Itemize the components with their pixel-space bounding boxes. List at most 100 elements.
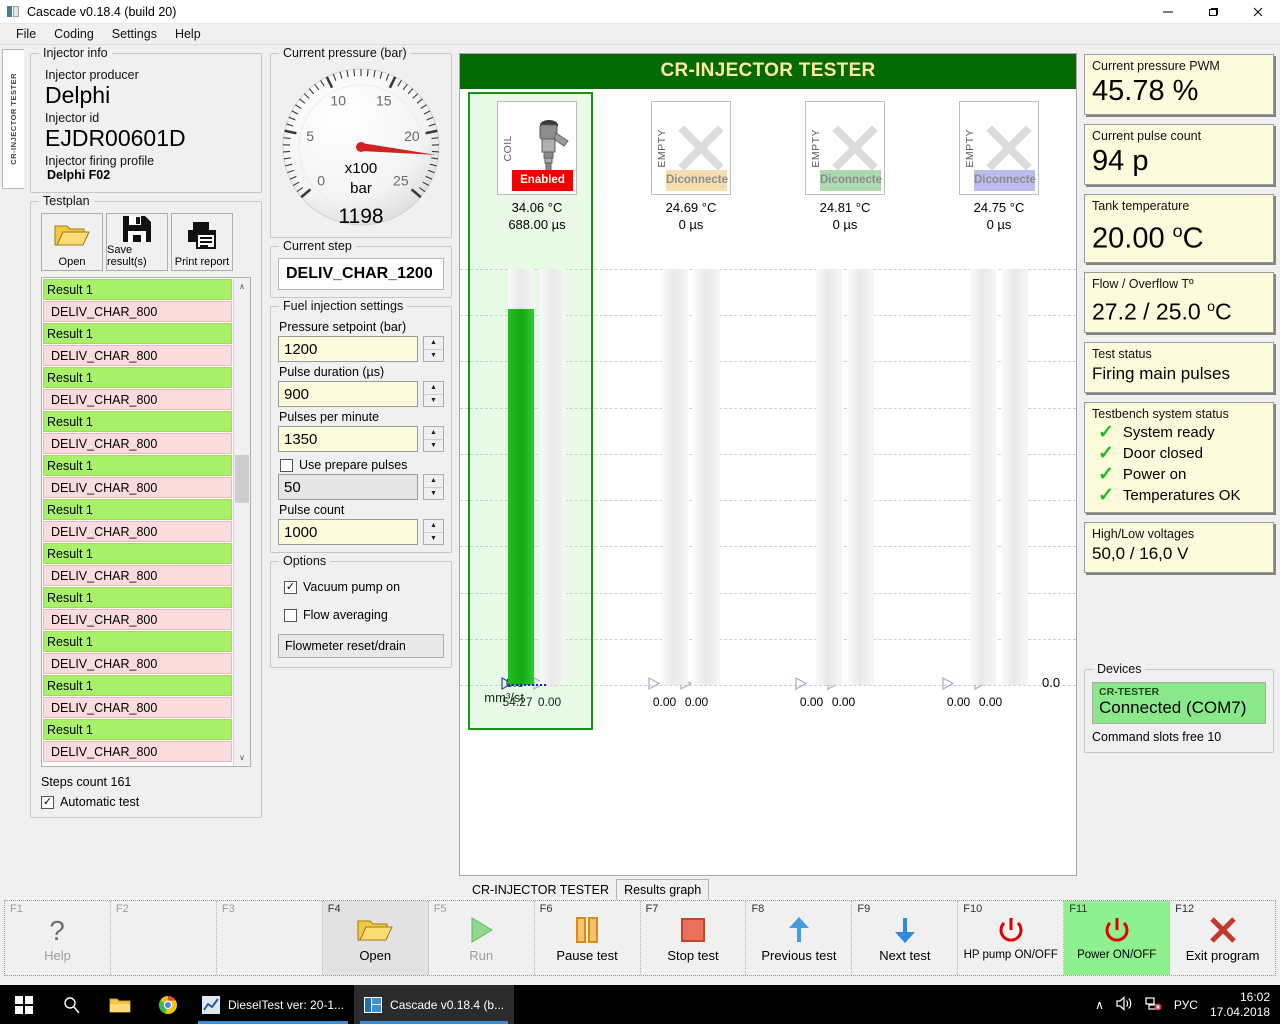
network-error-icon[interactable] [1145, 996, 1162, 1014]
vacuum-pump-box[interactable]: ✓ [284, 580, 297, 594]
testplan-result-row[interactable]: Result 1 [43, 367, 232, 388]
testplan-step-row[interactable]: DELIV_CHAR_800 [43, 433, 232, 454]
vertical-tab-cr-injector-tester[interactable]: CR-INJECTOR TESTER [2, 49, 24, 189]
injector-card[interactable]: COIL Enabled [497, 101, 577, 195]
scroll-track[interactable] [234, 295, 250, 749]
field-stepper[interactable]: ▲ ▼ [423, 336, 444, 362]
file-explorer-icon[interactable] [96, 985, 144, 1024]
scroll-down-arrow[interactable]: ∨ [234, 749, 250, 766]
stepper-down-icon[interactable]: ▼ [424, 440, 443, 452]
flow-averaging-checkbox[interactable]: Flow averaging [284, 608, 444, 622]
testplan-result-row[interactable]: Result 1 [43, 455, 232, 476]
field-input[interactable]: 1350 [278, 426, 418, 452]
testplan-step-row[interactable]: DELIV_CHAR_800 [43, 477, 232, 498]
tab-results-graph[interactable]: Results graph [616, 879, 710, 900]
fkey-f6[interactable]: F6 Pause test [534, 901, 641, 975]
start-icon[interactable] [0, 985, 48, 1024]
stepper-up-icon[interactable]: ▲ [424, 382, 443, 395]
testplan-result-row[interactable]: Result 1 [43, 499, 232, 520]
injector-column-4[interactable]: EMPTY Diconnecte 24.75 °C 0 µs [922, 101, 1076, 233]
chrome-icon[interactable] [144, 985, 192, 1024]
field-stepper[interactable]: ▲ ▼ [423, 519, 444, 545]
stepper-down-icon[interactable]: ▼ [424, 395, 443, 407]
injector-card[interactable]: EMPTY Diconnecte [959, 101, 1039, 195]
close-button[interactable] [1235, 0, 1280, 24]
testplan-result-row[interactable]: Result 1 [43, 323, 232, 344]
results-plot[interactable]: COIL Enabled 34.06 °C 688.00 µs EMPTY Diconne… [460, 89, 1076, 875]
testplan-step-row[interactable]: DELIV_CHAR_800 [43, 741, 232, 762]
testplan-result-row[interactable]: Result 1 [43, 411, 232, 432]
field-input[interactable]: 900 [278, 381, 418, 407]
save-results-button[interactable]: Save result(s) [106, 213, 168, 271]
open-testplan-button[interactable]: Open [41, 213, 103, 271]
tray-chevron-icon[interactable]: ∧ [1095, 998, 1104, 1012]
automatic-test-checkbox[interactable]: ✓ Automatic test [41, 795, 251, 809]
maximize-button[interactable] [1190, 0, 1235, 24]
taskbar-app-dieseltest[interactable]: DieselTest ver: 20-1... [192, 985, 354, 1024]
tab-cr-injector-tester[interactable]: CR-INJECTOR TESTER [465, 880, 616, 900]
fkey-f10[interactable]: F10 HP pump ON/OFF [958, 901, 1065, 975]
injector-column-3[interactable]: EMPTY Diconnecte 24.81 °C 0 µs [768, 101, 922, 233]
testplan-step-row[interactable]: DELIV_CHAR_800 [43, 521, 232, 542]
flowmeter-reset-button[interactable]: Flowmeter reset/drain [278, 634, 444, 658]
stepper-down-icon[interactable]: ▼ [424, 350, 443, 362]
testplan-result-row[interactable]: Result 1 [43, 279, 232, 300]
injector-card[interactable]: EMPTY Diconnecte [805, 101, 885, 195]
testplan-scrollbar[interactable]: ∧ ∨ [233, 278, 250, 766]
fkey-f12[interactable]: F12 Exit program [1170, 901, 1276, 975]
menu-coding[interactable]: Coding [45, 25, 103, 43]
stepper-down-icon[interactable]: ▼ [424, 533, 443, 545]
testplan-step-row[interactable]: DELIV_CHAR_800 [43, 565, 232, 586]
fkey-f7[interactable]: F7 Stop test [640, 901, 747, 975]
use-prepare-pulses-checkbox[interactable]: Use prepare pulses [280, 458, 444, 472]
print-report-button[interactable]: Print report [171, 213, 233, 271]
fkey-f5[interactable]: F5 Run [428, 901, 535, 975]
injector-card[interactable]: EMPTY Diconnecte [651, 101, 731, 195]
menu-settings[interactable]: Settings [103, 25, 166, 43]
use-prepare-pulses-box[interactable] [280, 458, 293, 472]
menu-file[interactable]: File [7, 25, 45, 43]
taskbar-clock[interactable]: 16:02 17.04.2018 [1210, 990, 1270, 1020]
testplan-step-row[interactable]: DELIV_CHAR_800 [43, 301, 232, 322]
testplan-result-row[interactable]: Result 1 [43, 675, 232, 696]
stepper-up-icon[interactable]: ▲ [424, 427, 443, 440]
scroll-up-arrow[interactable]: ∧ [234, 278, 250, 295]
testplan-step-row[interactable]: DELIV_CHAR_800 [43, 609, 232, 630]
fkey-f8[interactable]: F8 Previous test [746, 901, 853, 975]
volume-icon[interactable] [1116, 995, 1133, 1014]
automatic-test-box[interactable]: ✓ [41, 795, 54, 809]
flow-averaging-box[interactable] [284, 608, 297, 622]
stepper-up-icon[interactable]: ▲ [424, 520, 443, 533]
testplan-result-row[interactable]: Result 1 [43, 631, 232, 652]
testplan-result-row[interactable]: Result 1 [43, 587, 232, 608]
field-stepper[interactable]: ▲ ▼ [423, 381, 444, 407]
taskbar-app-cascade[interactable]: Cascade v0.18.4 (b... [354, 985, 515, 1024]
search-icon[interactable] [48, 985, 96, 1024]
testplan-step-row[interactable]: DELIV_CHAR_800 [43, 653, 232, 674]
field-stepper[interactable]: ▲ ▼ [423, 426, 444, 452]
minimize-button[interactable] [1145, 0, 1190, 24]
fkey-f2[interactable]: F2 [110, 901, 217, 975]
stepper-up-icon[interactable]: ▲ [424, 337, 443, 350]
device-cr-tester[interactable]: CR-TESTER Connected (COM7) [1092, 682, 1266, 725]
testplan-result-row[interactable]: Result 1 [43, 719, 232, 740]
fkey-f11[interactable]: F11 Power ON/OFF [1064, 901, 1171, 975]
testplan-step-row[interactable]: DELIV_CHAR_800 [43, 389, 232, 410]
vacuum-pump-checkbox[interactable]: ✓ Vacuum pump on [284, 580, 444, 594]
testplan-step-row[interactable]: DELIV_CHAR_800 [43, 697, 232, 718]
fkey-f1[interactable]: F1? Help [5, 901, 111, 975]
stepper-down-icon[interactable]: ▼ [424, 488, 443, 500]
fkey-f3[interactable]: F3 [216, 901, 323, 975]
stepper-up-icon[interactable]: ▲ [424, 475, 443, 488]
injector-column-1[interactable]: COIL Enabled 34.06 °C 688.00 µs [460, 101, 614, 233]
testplan-step-row[interactable]: DELIV_CHAR_800 [43, 345, 232, 366]
field-input[interactable]: 1000 [278, 519, 418, 545]
menu-help[interactable]: Help [166, 25, 210, 43]
language-indicator[interactable]: РУС [1174, 998, 1198, 1012]
testplan-list[interactable]: Result 1 DELIV_CHAR_800 Result 1 DELIV_CHAR… [41, 277, 251, 767]
field-stepper[interactable]: ▲ ▼ [423, 474, 444, 500]
fkey-f4[interactable]: F4 Open [322, 901, 429, 975]
testplan-result-row[interactable]: Result 1 [43, 543, 232, 564]
scroll-thumb[interactable] [235, 455, 249, 503]
fkey-f9[interactable]: F9 Next test [852, 901, 959, 975]
